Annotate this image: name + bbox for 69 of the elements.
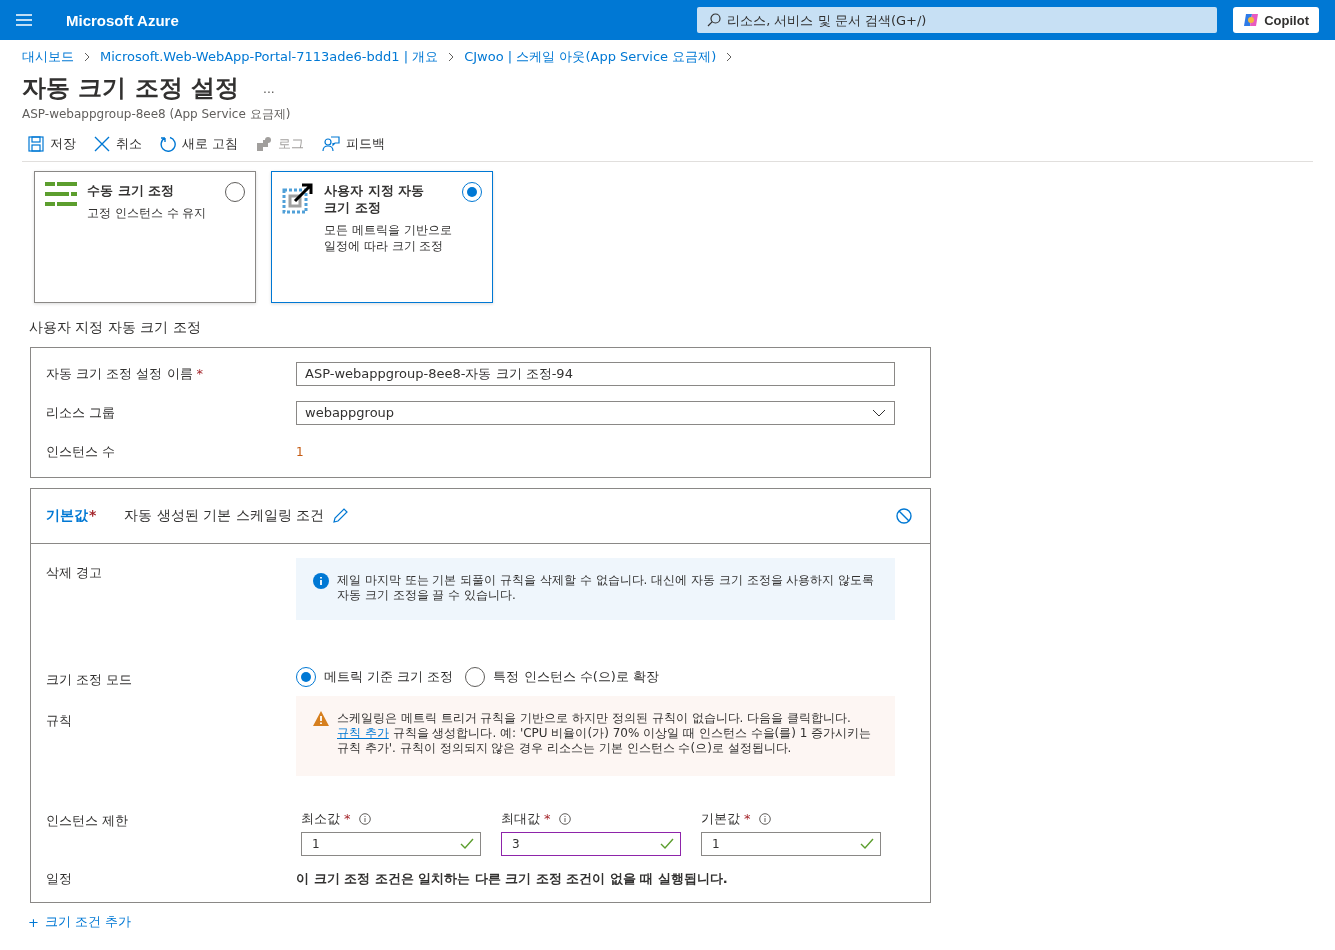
schedule-note: 이 크기 조정 조건은 일치하는 다른 크기 조정 조건이 없을 때 실행됩니다. — [296, 870, 728, 888]
field-label: 규칙 — [46, 712, 73, 730]
field-label: 삭제 경고 — [46, 564, 104, 582]
disable-icon[interactable] — [896, 508, 912, 524]
field-label: 리소스 그룹 — [46, 403, 117, 422]
chevron-icon — [82, 52, 92, 62]
warning-text: 스케일링은 메트릭 트리거 규칙을 기반으로 하지만 정의된 규칙이 없습니다. 다음을 클릭합니다. 규칙 추가 규칙을 생성합니다. 예: 'CPU 비율이(가) 70% 이상일 때 인스턴스 수을(를) 1 증가시키는 규칙 추가'. 규칙이 정의되지 않은 경우 리소스는 기본 인스턴스 수(으)로 설정됩니다. — [337, 711, 873, 757]
bars-icon — [45, 182, 77, 206]
check-icon — [860, 838, 874, 850]
field-label: 자동 크기 조정 설정 이름 * — [46, 364, 205, 383]
limit-label: 기본값 * — [701, 810, 751, 828]
copilot-button[interactable]: Copilot — [1233, 7, 1319, 33]
warning-icon — [313, 711, 329, 726]
mode-option[interactable]: 특정 인스턴스 수(으)로 확장 — [465, 667, 659, 687]
save-icon — [28, 136, 44, 152]
toolbar-button[interactable]: 피드백 — [320, 133, 388, 155]
check-icon — [660, 838, 674, 850]
logs-icon — [256, 136, 273, 152]
menu-icon[interactable] — [16, 14, 32, 26]
option-description: 고정 인스턴스 수 유지 — [87, 205, 208, 221]
add-rule-link[interactable]: 규칙 추가 — [337, 726, 389, 740]
info-icon — [358, 813, 371, 825]
field-label: 인스턴스 제한 — [46, 812, 130, 830]
more-button[interactable]: ... — [263, 80, 275, 96]
scale-out-icon — [282, 182, 314, 214]
section-title: 사용자 지정 자동 크기 조정 — [29, 319, 202, 337]
option-description: 모든 메트릭을 기반으로 일정에 따라 크기 조정 — [324, 222, 452, 254]
field-label: 인스턴스 수 — [46, 442, 117, 461]
check-icon — [460, 838, 474, 850]
instance-count: 1 — [296, 444, 304, 459]
info-icon — [313, 573, 329, 589]
option-title: 수동 크기 조정 — [87, 182, 176, 199]
option-card[interactable]: 수동 크기 조정 고정 인스턴스 수 유지 — [34, 171, 256, 303]
toolbar-button[interactable]: 새로 고침 — [158, 133, 241, 155]
condition-name: 자동 생성된 기본 스케일링 조건 — [124, 507, 325, 525]
limit-label: 최소값 * — [301, 810, 351, 828]
field-label: 크기 조정 모드 — [46, 671, 134, 689]
pencil-icon[interactable] — [332, 508, 349, 524]
limit-field[interactable]: 1 — [701, 832, 881, 856]
name-field[interactable]: ASP-webappgroup-8ee8-자동 크기 조정-94 — [296, 361, 895, 386]
limit-field[interactable]: 1 — [301, 832, 481, 856]
toolbar-button[interactable]: 취소 — [92, 133, 144, 155]
brand-name[interactable]: Microsoft Azure — [66, 11, 179, 29]
breadcrumb-link[interactable]: 대시보드 — [22, 48, 74, 66]
refresh-icon — [160, 136, 176, 152]
option-title: 사용자 지정 자동 크기 조정 — [324, 182, 426, 216]
close-icon — [94, 136, 110, 152]
add-condition-button[interactable]: + 크기 조건 추가 — [28, 913, 132, 931]
page-subtitle: ASP-webappgroup-8ee8 (App Service 요금제) — [22, 106, 292, 123]
feedback-icon — [322, 136, 341, 152]
info-message: 제일 마지막 또는 기본 되풀이 규칙을 삭제할 수 없습니다. 대신에 자동 크기 조정을 사용하지 않도록 자동 크기 조정을 끌 수 있습니다. — [296, 558, 895, 620]
condition-tab[interactable]: 기본값* — [46, 507, 97, 525]
field-label: 일정 — [46, 870, 73, 888]
toolbar-button[interactable]: 저장 — [26, 133, 78, 155]
limit-label: 최대값 * — [501, 810, 551, 828]
search-icon — [707, 13, 722, 27]
page-title: 자동 크기 조정 설정 — [22, 73, 240, 104]
info-icon — [558, 813, 571, 825]
copilot-icon — [1243, 12, 1260, 28]
option-card[interactable]: 사용자 지정 자동 크기 조정 모든 메트릭을 기반으로 일정에 따라 크기 조정 — [271, 171, 493, 303]
breadcrumb-link[interactable]: Microsoft.Web-WebApp-Portal-7113ade6-bdd1 | 개요 — [100, 48, 439, 66]
breadcrumb-link[interactable]: CJwoo | 스케일 아웃(App Service 요금제) — [464, 48, 717, 66]
required-mark: * — [196, 365, 204, 381]
search-field[interactable]: 리소스, 서비스 및 문서 검색(G+/) — [697, 7, 1218, 33]
resource-group-dropdown[interactable]: webappgroup — [296, 400, 895, 425]
chevron-down-icon — [872, 408, 886, 417]
limit-field[interactable]: 3 — [501, 832, 681, 856]
mode-option[interactable]: 메트릭 기준 크기 조정 — [296, 667, 454, 687]
info-icon — [758, 813, 771, 825]
